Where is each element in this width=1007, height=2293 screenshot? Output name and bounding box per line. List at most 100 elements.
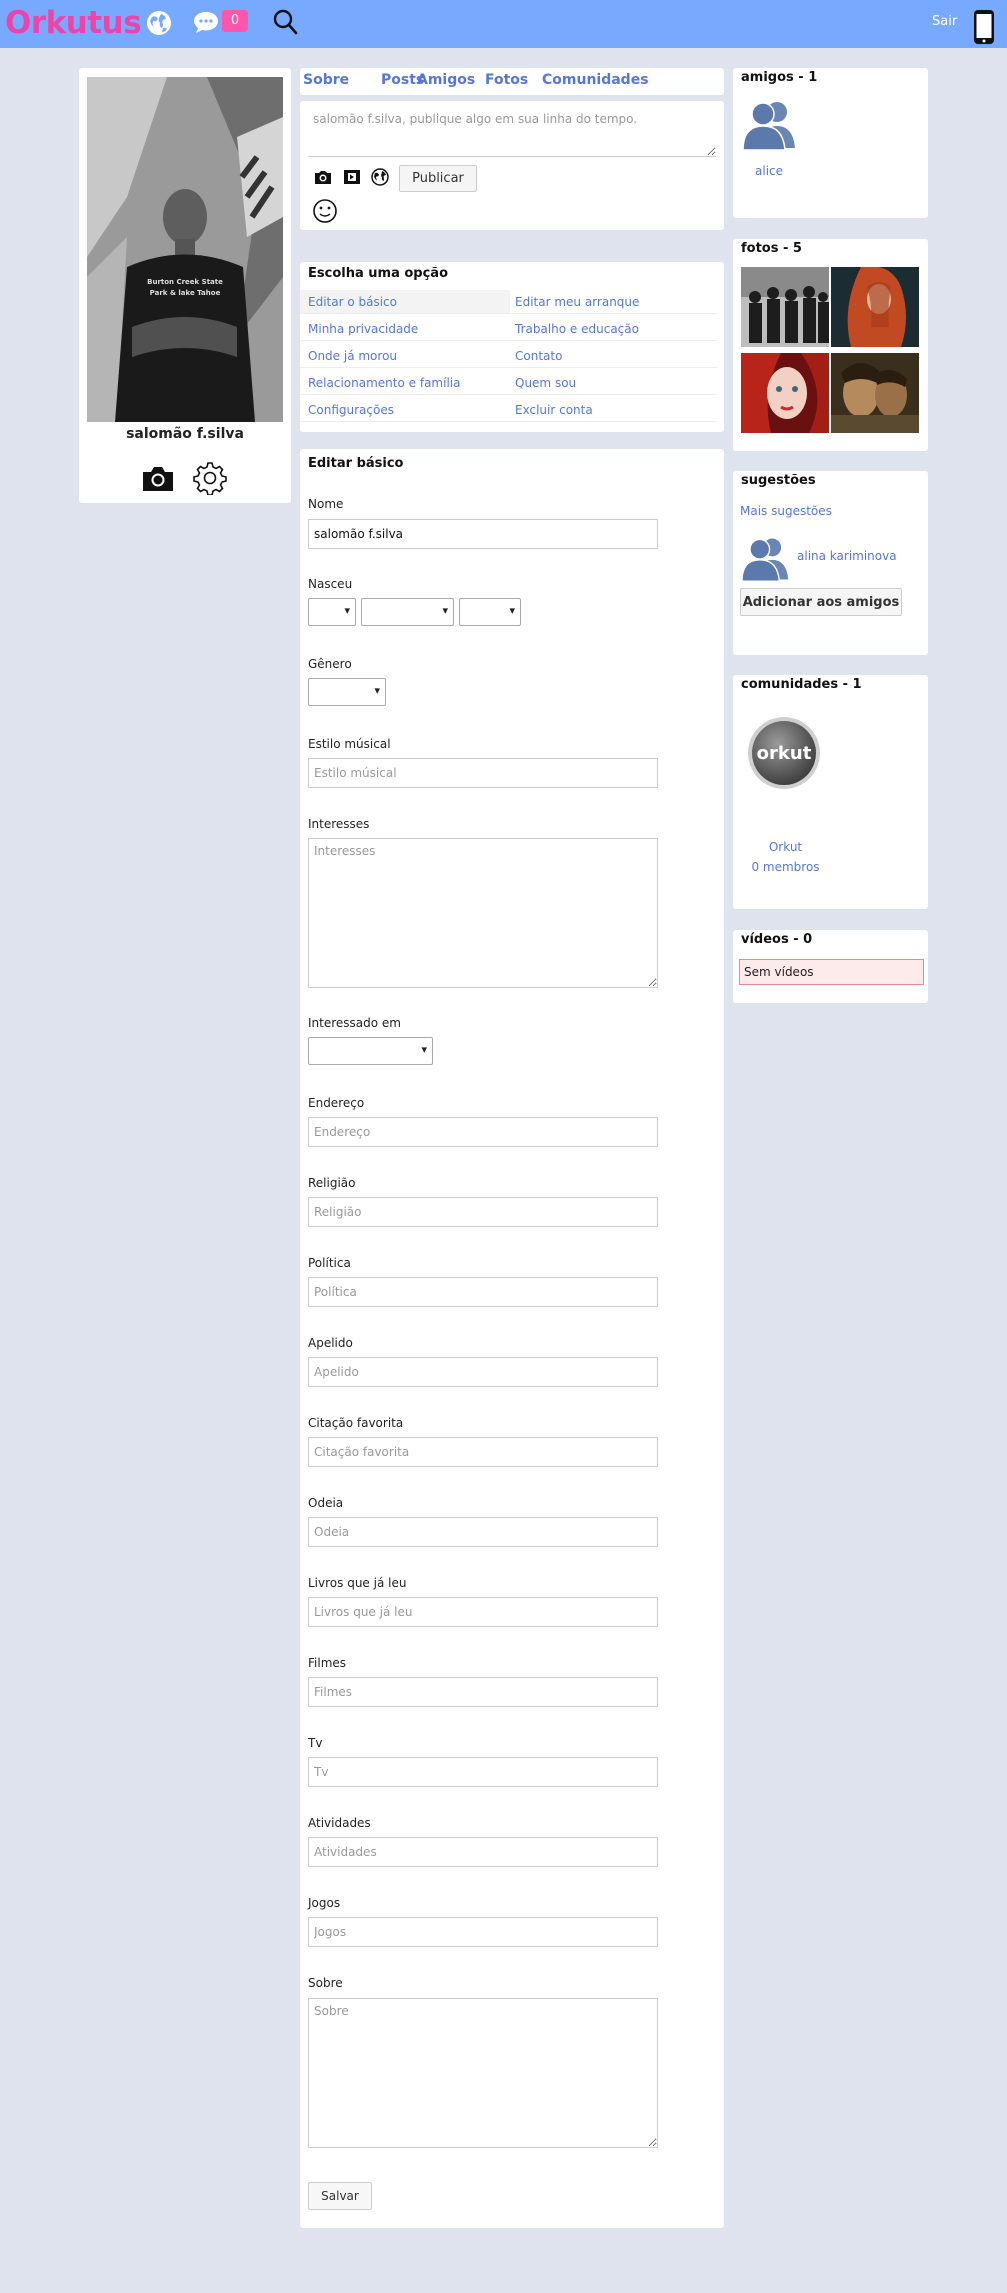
options-title: Escolha uma opção xyxy=(308,266,449,281)
option-contato[interactable]: Contato xyxy=(507,344,717,368)
nome-label: Nome xyxy=(308,497,344,511)
community-members-link[interactable]: 0 membros xyxy=(733,860,838,874)
option-relacionamento[interactable]: Relacionamento e família xyxy=(300,371,510,395)
shirt-text-line-1: Burton Creek State xyxy=(147,278,223,286)
friends-title: amigos - 1 xyxy=(741,70,818,85)
post-box: Publicar xyxy=(300,101,724,230)
genero-label: Gênero xyxy=(308,657,352,671)
odeia-label: Odeia xyxy=(308,1496,344,1510)
suggestions-title: sugestões xyxy=(741,473,816,488)
camera-icon[interactable] xyxy=(141,464,175,492)
search-icon[interactable] xyxy=(272,8,298,36)
filmes-input[interactable] xyxy=(308,1677,658,1707)
add-friend-button[interactable]: Adicionar aos amigos xyxy=(740,588,902,616)
no-videos-alert: Sem vídeos xyxy=(739,959,924,985)
endereco-label: Endereço xyxy=(308,1096,365,1110)
communities-title: comunidades - 1 xyxy=(741,677,862,692)
globe-icon[interactable] xyxy=(145,9,173,37)
more-suggestions-link[interactable]: Mais sugestões xyxy=(740,504,832,518)
atividades-label: Atividades xyxy=(308,1816,371,1830)
messages-icon[interactable] xyxy=(193,10,219,34)
community-logo[interactable]: orkut xyxy=(746,715,822,791)
endereco-input[interactable] xyxy=(308,1117,658,1147)
apelido-input[interactable] xyxy=(308,1357,658,1387)
logo[interactable]: Orkutus xyxy=(5,5,142,41)
suggested-user-name-link[interactable]: alina kariminova xyxy=(797,549,897,563)
option-editar-arranque[interactable]: Editar meu arranque xyxy=(507,290,717,314)
publish-button[interactable]: Publicar xyxy=(399,165,477,192)
suggestions-card: sugestões Mais sugestões alina kariminov… xyxy=(733,471,928,655)
emoji-icon[interactable] xyxy=(312,198,338,224)
globe-privacy-icon[interactable] xyxy=(371,168,389,186)
form-title: Editar básico xyxy=(308,456,404,471)
logout-link[interactable]: Sair xyxy=(932,14,957,29)
photo-thumbnail[interactable] xyxy=(741,353,829,433)
religiao-input[interactable] xyxy=(308,1197,658,1227)
edit-basic-form: Editar básico Nome Nasceu Gênero Estilo … xyxy=(300,449,724,2228)
nasceu-label: Nasceu xyxy=(308,577,353,591)
shirt-text-line-2: Park & lake Tahoe xyxy=(150,289,221,297)
photos-card: fotos - 5 xyxy=(733,239,928,451)
option-configuracoes[interactable]: Configurações xyxy=(300,398,510,422)
videos-title: vídeos - 0 xyxy=(741,932,813,947)
birth-year-select[interactable] xyxy=(459,598,521,626)
communities-card: comunidades - 1 orkut Orkut 0 membros xyxy=(733,675,928,909)
tab-amigos[interactable]: Amigos xyxy=(417,72,475,88)
profile-name: salomão f.silva xyxy=(126,426,244,442)
profile-tabs: Sobre Posts Amigos Fotos Comunidades xyxy=(300,68,724,95)
jogos-label: Jogos xyxy=(308,1896,341,1910)
friends-card: amigos - 1 alice xyxy=(733,68,928,218)
option-editar-basico[interactable]: Editar o básico xyxy=(300,290,510,314)
photo-upload-icon[interactable] xyxy=(314,168,332,186)
filmes-label: Filmes xyxy=(308,1656,347,1670)
politica-input[interactable] xyxy=(308,1277,658,1307)
tab-sobre[interactable]: Sobre xyxy=(303,72,349,88)
message-count-badge[interactable]: 0 xyxy=(222,10,248,32)
save-button[interactable]: Salvar xyxy=(308,2182,372,2210)
top-bar: Orkutus 0 Sair xyxy=(0,0,1007,48)
sobre-textarea[interactable] xyxy=(308,1998,658,2148)
options-card: Escolha uma opção Editar o básico Editar… xyxy=(300,262,724,432)
profile-card: Burton Creek State Park & lake Tahoe sal… xyxy=(79,68,291,503)
nome-input[interactable] xyxy=(308,519,658,549)
livros-input[interactable] xyxy=(308,1597,658,1627)
option-quem-sou[interactable]: Quem sou xyxy=(507,371,717,395)
tab-fotos[interactable]: Fotos xyxy=(485,72,528,88)
odeia-input[interactable] xyxy=(308,1517,658,1547)
community-name-link[interactable]: Orkut xyxy=(733,840,838,854)
photo-thumbnail[interactable] xyxy=(831,353,919,433)
option-privacidade[interactable]: Minha privacidade xyxy=(300,317,510,341)
photos-title: fotos - 5 xyxy=(741,241,802,256)
tab-comunidades[interactable]: Comunidades xyxy=(542,72,649,88)
profile-photo[interactable]: Burton Creek State Park & lake Tahoe xyxy=(87,77,283,422)
interessado-label: Interessado em xyxy=(308,1016,401,1030)
post-textarea[interactable] xyxy=(308,107,716,157)
politica-label: Política xyxy=(308,1256,351,1270)
suggested-user-avatar-icon[interactable] xyxy=(740,535,792,583)
gear-icon[interactable] xyxy=(193,461,227,495)
friend-name-link[interactable]: alice xyxy=(755,164,783,178)
birth-month-select[interactable] xyxy=(361,598,454,626)
mobile-phone-icon[interactable] xyxy=(973,9,995,45)
jogos-input[interactable] xyxy=(308,1917,658,1947)
video-upload-icon[interactable] xyxy=(343,168,361,186)
estilo-label: Estilo músical xyxy=(308,737,391,751)
birth-day-select[interactable] xyxy=(308,598,356,626)
interesses-textarea[interactable] xyxy=(308,838,658,988)
genero-select[interactable] xyxy=(308,678,386,706)
option-onde-morou[interactable]: Onde já morou xyxy=(300,344,510,368)
videos-card: vídeos - 0 Sem vídeos xyxy=(733,930,928,1003)
estilo-input[interactable] xyxy=(308,758,658,788)
photo-thumbnail[interactable] xyxy=(741,267,829,347)
tv-label: Tv xyxy=(308,1736,323,1750)
friend-avatar-icon[interactable] xyxy=(741,98,799,152)
atividades-input[interactable] xyxy=(308,1837,658,1867)
community-logo-text: orkut xyxy=(757,743,812,764)
citacao-input[interactable] xyxy=(308,1437,658,1467)
option-trabalho-educacao[interactable]: Trabalho e educação xyxy=(507,317,717,341)
apelido-label: Apelido xyxy=(308,1336,353,1350)
tv-input[interactable] xyxy=(308,1757,658,1787)
photo-thumbnail[interactable] xyxy=(831,267,919,347)
interessado-select[interactable] xyxy=(308,1037,433,1065)
option-excluir-conta[interactable]: Excluir conta xyxy=(507,398,717,422)
